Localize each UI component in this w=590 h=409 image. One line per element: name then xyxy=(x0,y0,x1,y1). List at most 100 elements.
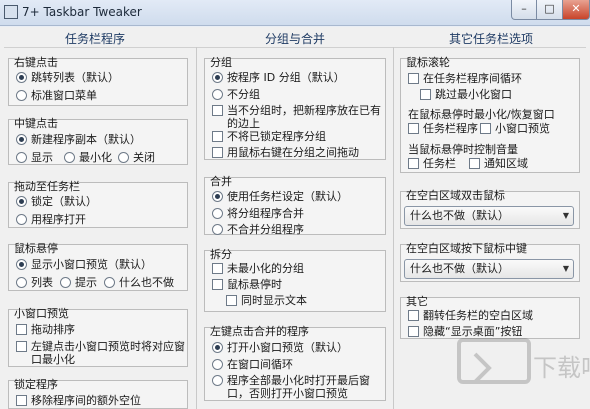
left-click-combined-label: 左键点击合并的程序 xyxy=(210,325,309,338)
checkbox-box xyxy=(469,158,480,169)
option-label: 列表 xyxy=(31,276,53,289)
select-value: 什么也不做（默认） xyxy=(410,209,509,222)
dropdown-arrow-icon: ▼ xyxy=(562,211,569,220)
thumbnail-drag-reorder-checkbox[interactable]: 拖动排序 xyxy=(16,323,75,336)
right-click-window-menu-radio[interactable]: 标准窗口菜单 xyxy=(16,89,97,102)
place-new-beside-existing-checkbox[interactable]: 当不分组时，把新程序放在已有的边上 xyxy=(212,104,386,130)
close-button[interactable]: ✕ xyxy=(563,0,590,20)
pinned-remove-gaps-checkbox[interactable]: 移除程序间的额外空位 xyxy=(16,394,141,407)
middle-click-minimize-radio[interactable]: 最小化 xyxy=(64,151,112,164)
drag-label: 拖动至任务栏 xyxy=(14,180,80,193)
hover-restore-taskbar-checkbox[interactable]: 任务栏程序 xyxy=(408,122,478,135)
main-content: 任务栏程序 分组与合并 其它任务栏选项 右键点击 跳转列表（默认） 标准窗口菜单… xyxy=(0,27,590,409)
radio-indicator xyxy=(212,375,223,386)
right-click-jumplist-radio[interactable]: 跳转列表（默认） xyxy=(16,71,119,84)
open-thumbnail-radio[interactable]: 打开小窗口预览（默认） xyxy=(212,341,348,354)
drag-pin-radio[interactable]: 锁定（默认） xyxy=(16,195,97,208)
middle-click-new-instance-radio[interactable]: 新建程序副本（默认） xyxy=(16,133,141,146)
option-label: 任务栏 xyxy=(423,157,456,170)
option-label: 锁定（默认） xyxy=(31,195,97,208)
option-label: 任务栏程序 xyxy=(423,122,478,135)
radio-indicator xyxy=(212,359,223,370)
cycle-windows-radio[interactable]: 在窗口间循环 xyxy=(212,358,293,371)
hover-restore-thumbnail-checkbox[interactable]: 小窗口预览 xyxy=(480,122,550,135)
volume-taskbar-checkbox[interactable]: 任务栏 xyxy=(408,157,456,170)
checkbox-box xyxy=(408,73,419,84)
option-label: 标准窗口菜单 xyxy=(31,89,97,102)
right-drag-between-groups-checkbox[interactable]: 用鼠标右键在分组之间拖动 xyxy=(212,146,359,159)
radio-indicator xyxy=(104,277,115,288)
open-last-window-radio[interactable]: 程序全部最小化时打开最后窗口，否则打开小窗口预览 xyxy=(212,374,386,400)
flip-empty-area-checkbox[interactable]: 翻转任务栏的空白区域 xyxy=(408,309,533,322)
other-label: 其它 xyxy=(406,295,428,308)
hover-list-radio[interactable]: 列表 xyxy=(16,276,53,289)
minimize-button[interactable]: – xyxy=(511,0,537,20)
volume-hover-label: 当鼠标悬停时控制音量 xyxy=(408,143,518,156)
option-label: 不分组 xyxy=(227,88,260,101)
middle-click-empty-label: 在空白区域按下鼠标中键 xyxy=(406,242,527,255)
hover-nothing-radio[interactable]: 什么也不做 xyxy=(104,276,174,289)
option-label: 用鼠标右键在分组之间拖动 xyxy=(227,146,359,159)
radio-indicator xyxy=(16,214,27,225)
option-label: 用程序打开 xyxy=(31,213,86,226)
option-label: 程序全部最小化时打开最后窗口，否则打开小窗口预览 xyxy=(227,374,370,400)
radio-indicator xyxy=(212,72,223,83)
dont-group-pinned-checkbox[interactable]: 不将已锁定程序分组 xyxy=(212,130,326,143)
option-label: 什么也不做 xyxy=(119,276,174,289)
middle-click-close-radio[interactable]: 关闭 xyxy=(118,151,155,164)
option-label: 未最小化的分组 xyxy=(227,262,304,275)
column-divider-left xyxy=(196,47,197,409)
option-label: 拖动排序 xyxy=(31,323,75,336)
radio-indicator xyxy=(118,152,129,163)
checkbox-box xyxy=(408,158,419,169)
cycle-taskbar-items-checkbox[interactable]: 在任务栏程序间循环 xyxy=(408,72,522,85)
use-taskbar-setting-radio[interactable]: 使用任务栏设定（默认） xyxy=(212,190,348,203)
radio-indicator xyxy=(212,208,223,219)
option-label: 移除程序间的额外空位 xyxy=(31,394,141,407)
radio-indicator xyxy=(16,277,27,288)
dont-combine-grouped-radio[interactable]: 不合并分组程序 xyxy=(212,223,304,236)
combining-label: 合并 xyxy=(210,175,232,188)
app-icon xyxy=(4,5,18,19)
radio-indicator xyxy=(64,152,75,163)
middle-click-action-select[interactable]: 什么也不做（默认） ▼ xyxy=(404,259,574,279)
radio-indicator xyxy=(16,90,27,101)
drag-open-with-radio[interactable]: 用程序打开 xyxy=(16,213,86,226)
minimize-restore-hover-label: 在鼠标悬停时最小化/恢复窗口 xyxy=(408,108,555,121)
maximize-button[interactable]: □ xyxy=(537,0,563,20)
option-label: 最小化 xyxy=(79,151,112,164)
decombine-unminimized-checkbox[interactable]: 未最小化的分组 xyxy=(212,262,304,275)
group-by-appid-radio[interactable]: 按程序 ID 分组（默认） xyxy=(212,71,345,84)
checkbox-box xyxy=(226,295,237,306)
grouping-label: 分组 xyxy=(210,56,232,69)
show-text-too-checkbox[interactable]: 同时显示文本 xyxy=(226,294,307,307)
hover-label: 鼠标悬停 xyxy=(14,242,58,255)
hide-show-desktop-checkbox[interactable]: 隐藏“显示桌面”按钮 xyxy=(408,325,522,338)
option-label: 当不分组时，把新程序放在已有的边上 xyxy=(227,104,381,130)
double-click-action-select[interactable]: 什么也不做（默认） ▼ xyxy=(404,206,574,226)
middle-click-label: 中键点击 xyxy=(14,117,58,130)
radio-indicator xyxy=(16,72,27,83)
radio-indicator xyxy=(16,134,27,145)
middle-click-show-radio[interactable]: 显示 xyxy=(16,151,53,164)
skip-minimized-checkbox[interactable]: 跳过最小化窗口 xyxy=(420,88,512,101)
volume-notification-area-checkbox[interactable]: 通知区域 xyxy=(469,157,528,170)
radio-indicator xyxy=(212,224,223,235)
left-column-title: 任务栏程序 xyxy=(64,32,125,46)
option-label: 不合并分组程序 xyxy=(227,223,304,236)
decombine-on-hover-checkbox[interactable]: 鼠标悬停时 xyxy=(212,278,282,291)
option-label: 将分组程序合并 xyxy=(227,207,304,220)
select-value: 什么也不做（默认） xyxy=(410,262,509,275)
no-grouping-radio[interactable]: 不分组 xyxy=(212,88,260,101)
option-label: 跳过最小化窗口 xyxy=(435,88,512,101)
combine-grouped-radio[interactable]: 将分组程序合并 xyxy=(212,207,304,220)
radio-indicator xyxy=(16,259,27,270)
thumbnail-minimize-on-click-checkbox[interactable]: 左键点击小窗口预览时将对应窗口最小化 xyxy=(16,340,186,366)
checkbox-box xyxy=(408,123,419,134)
mouse-wheel-label: 鼠标滚轮 xyxy=(406,56,450,69)
middle-column-title: 分组与合并 xyxy=(264,32,325,46)
hover-thumbnail-radio[interactable]: 显示小窗口预览（默认） xyxy=(16,258,152,271)
option-label: 提示 xyxy=(75,276,97,289)
hover-tooltip-radio[interactable]: 提示 xyxy=(60,276,97,289)
double-click-label: 在空白区域双击鼠标 xyxy=(406,189,505,202)
